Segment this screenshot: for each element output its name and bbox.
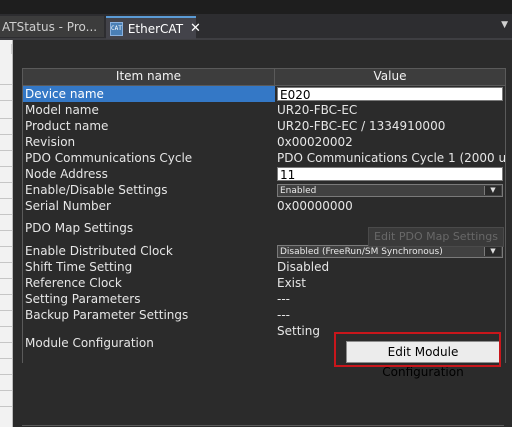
- header-item-name: Item name: [23, 69, 275, 85]
- row-name: Reference Clock: [25, 276, 122, 290]
- row-model-name[interactable]: Model name UR20-FBC-EC: [23, 102, 505, 118]
- row-name: Shift Time Setting: [25, 260, 133, 274]
- row-name: Enable/Disable Settings: [25, 183, 168, 197]
- row-name: Setting Parameters: [25, 292, 141, 306]
- row-value: Disabled: [277, 260, 330, 274]
- edit-pdo-map-settings-button[interactable]: Edit PDO Map Settings: [368, 227, 504, 247]
- row-name: Node Address: [25, 167, 108, 181]
- row-shift-time[interactable]: Shift Time Setting Disabled: [23, 259, 505, 275]
- property-grid: Item name Value Device name E020 Model n…: [22, 68, 506, 363]
- select-value: Enabled: [280, 185, 317, 196]
- row-device-name[interactable]: Device name E020: [23, 86, 505, 102]
- tab-label: ATStatus - Pro...: [2, 19, 98, 34]
- node-address-input[interactable]: 11: [277, 167, 503, 182]
- tab-label: EtherCAT: [127, 21, 184, 36]
- row-name: Device name: [23, 86, 275, 102]
- tab-strip: ATStatus - Pro... CAT EtherCAT ✕: [0, 14, 512, 40]
- tab-list-dropdown-icon[interactable]: ▼: [501, 20, 508, 30]
- select-value: Disabled (FreeRun/SM Synchronous): [280, 246, 443, 257]
- row-setting-parameters[interactable]: Setting Parameters ---: [23, 291, 505, 307]
- ethercat-icon: CAT: [110, 21, 123, 36]
- row-enable-disable[interactable]: Enable/Disable Settings Enabled ▼: [23, 182, 505, 198]
- row-revision[interactable]: Revision 0x00020002: [23, 134, 505, 150]
- row-value: 0x00020002: [277, 135, 353, 149]
- row-value: PDO Communications Cycle 1 (2000 us): [277, 151, 505, 165]
- row-pdo-cycle[interactable]: PDO Communications Cycle PDO Communicati…: [23, 150, 505, 166]
- row-name: Module Configuration: [25, 336, 154, 350]
- row-value: UR20-FBC-EC / 1334910000: [277, 119, 446, 133]
- grid-bottom-border: [22, 425, 504, 426]
- row-value: ---: [277, 308, 290, 322]
- tab-atstatus[interactable]: ATStatus - Pro...: [0, 16, 104, 37]
- row-node-address[interactable]: Node Address 11: [23, 166, 505, 182]
- grid-header: Item name Value: [23, 68, 505, 86]
- row-serial-number[interactable]: Serial Number 0x00000000: [23, 198, 505, 214]
- row-name: Revision: [25, 135, 76, 149]
- header-value: Value: [373, 69, 407, 83]
- splitter-handle[interactable]: [11, 44, 12, 54]
- row-name: Serial Number: [25, 199, 111, 213]
- enable-disable-select[interactable]: Enabled ▼: [277, 184, 503, 197]
- row-value: ---: [277, 292, 290, 306]
- row-name: PDO Communications Cycle: [25, 151, 193, 165]
- highlight-box: [334, 332, 501, 367]
- row-name: PDO Map Settings: [25, 221, 134, 235]
- row-name: Enable Distributed Clock: [25, 244, 173, 258]
- chevron-down-icon[interactable]: ▼: [484, 186, 501, 195]
- device-name-input[interactable]: E020: [277, 87, 503, 102]
- row-name: Backup Parameter Settings: [25, 308, 189, 322]
- title-bar: [0, 0, 512, 15]
- row-name: Model name: [25, 103, 99, 117]
- row-product-name[interactable]: Product name UR20-FBC-EC / 1334910000: [23, 118, 505, 134]
- tab-ethercat[interactable]: CAT EtherCAT ✕: [106, 16, 201, 39]
- row-value: UR20-FBC-EC: [277, 103, 358, 117]
- close-icon[interactable]: ✕: [190, 21, 201, 36]
- row-reference-clock[interactable]: Reference Clock Exist: [23, 275, 505, 291]
- row-value: Exist: [277, 276, 306, 290]
- row-name: Product name: [25, 119, 109, 133]
- left-panel: [0, 40, 13, 427]
- row-value: 0x00000000: [277, 199, 353, 213]
- row-backup-parameters[interactable]: Backup Parameter Settings ---: [23, 307, 505, 323]
- chevron-down-icon[interactable]: ▼: [484, 247, 501, 256]
